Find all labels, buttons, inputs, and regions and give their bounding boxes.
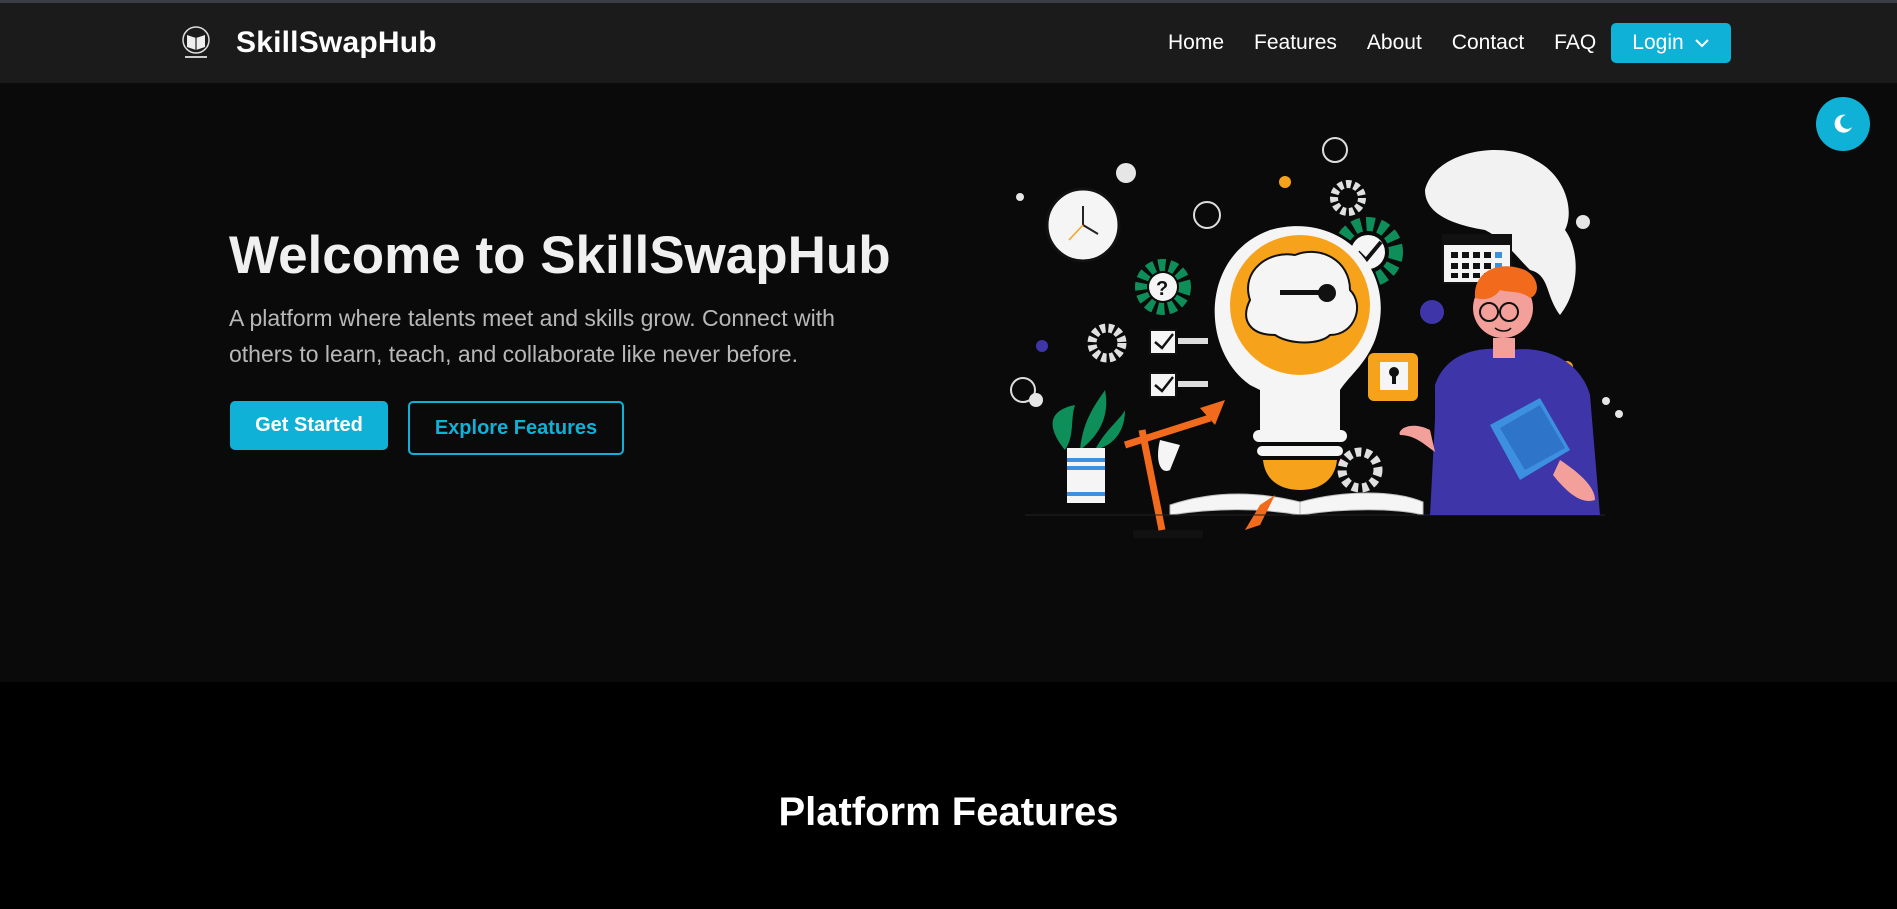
chevron-down-icon (1694, 39, 1709, 48)
moon-icon (1834, 114, 1852, 133)
login-dropdown-button[interactable]: Login (1611, 23, 1731, 63)
features-section-title: Platform Features (778, 790, 1119, 834)
brand[interactable]: SkillSwapHub (176, 23, 437, 63)
lightbulb-learning-illustration: ? (1010, 137, 1623, 538)
nav-link-contact[interactable]: Contact (1452, 31, 1524, 55)
theme-toggle-button[interactable] (1816, 97, 1870, 151)
plant-icon (1052, 390, 1125, 503)
green-gear-question-icon: ? (1135, 259, 1191, 315)
features-section: Platform Features (0, 682, 1897, 909)
clock-icon (1045, 187, 1121, 263)
checkbox-key-icons (1149, 329, 1208, 398)
hero-title: Welcome to SkillSwapHub (229, 226, 891, 285)
puzzle-lock-icon (1368, 353, 1418, 401)
navbar: SkillSwapHub Home Features About Contact… (0, 3, 1897, 83)
nav-menu: Home Features About Contact FAQ (1168, 31, 1596, 55)
nav-link-faq[interactable]: FAQ (1554, 31, 1596, 55)
svg-text:?: ? (1156, 278, 1168, 300)
nav-link-about[interactable]: About (1367, 31, 1422, 55)
hero-subtitle: A platform where talents meet and skills… (229, 305, 835, 367)
nav-link-home[interactable]: Home (1168, 31, 1224, 55)
book-logo-icon (182, 26, 210, 58)
desk-lamp-icon (1123, 400, 1225, 538)
nav-link-features[interactable]: Features (1254, 31, 1337, 55)
explore-features-button[interactable]: Explore Features (408, 401, 624, 455)
login-label: Login (1632, 31, 1684, 54)
get-started-button[interactable]: Get Started (230, 401, 388, 450)
brand-name: SkillSwapHub (236, 26, 437, 59)
